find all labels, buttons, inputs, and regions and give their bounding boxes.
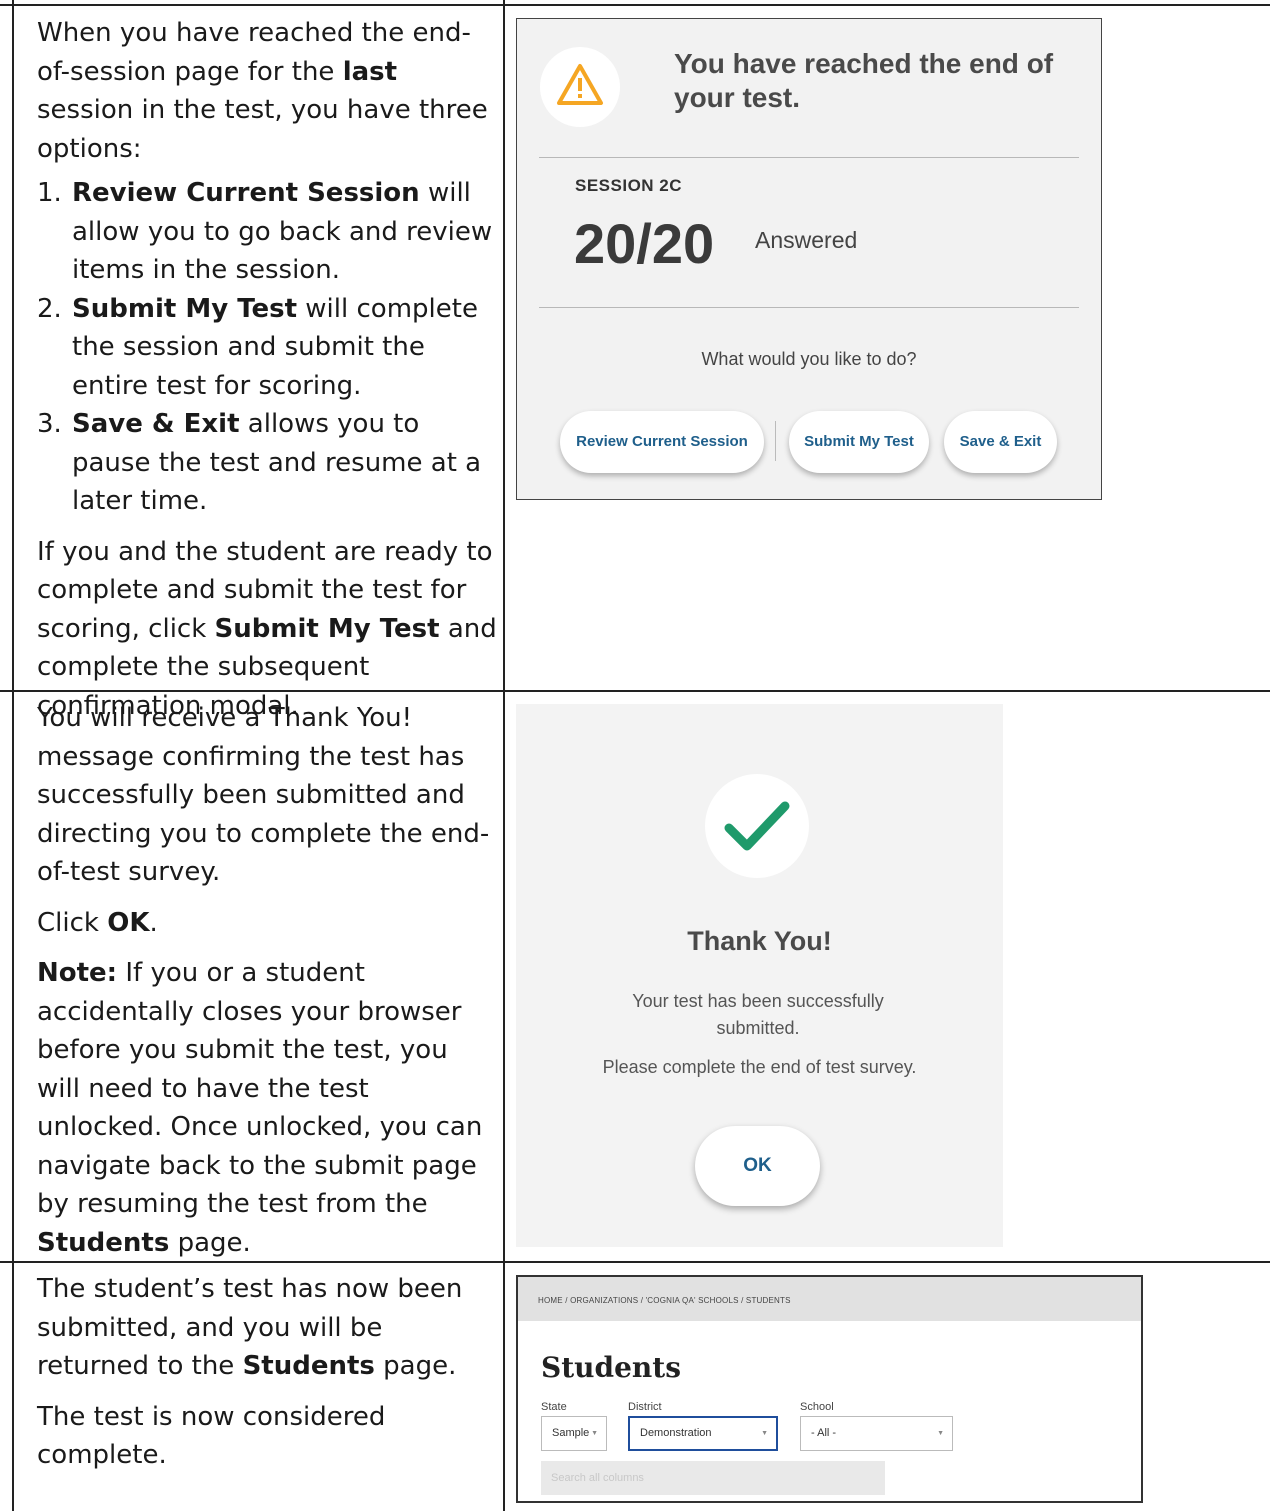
divider (539, 307, 1079, 308)
session-label: SESSION 2C (575, 176, 683, 195)
options-list: 1. Review Current Session will allow you … (37, 174, 497, 521)
answered-count: 20/20 (574, 212, 715, 275)
row1-instructions: When you have reached the end-of-session… (37, 14, 497, 725)
warning-badge (540, 47, 620, 127)
save-and-exit-button[interactable]: Save & Exit (944, 411, 1057, 473)
table-column-divider (503, 0, 505, 1511)
thank-you-title: Thank You! (687, 926, 832, 956)
warning-icon (557, 64, 603, 105)
row3-complete-text: The test is now considered complete. (37, 1401, 386, 1471)
survey-message: Please complete the end of test survey. (602, 1057, 917, 1077)
row3-returned-text: The student’s test has now been submitte… (37, 1274, 463, 1381)
table-border-top (0, 4, 1270, 6)
option-item: 3. Save & Exit allows you to pause the te… (37, 409, 482, 516)
row2-click-ok: Click OK. (37, 907, 158, 938)
chevron-down-icon: ▼ (591, 1430, 598, 1437)
school-value: - All - (811, 1427, 837, 1439)
submit-my-test-button[interactable]: Submit My Test (789, 411, 929, 473)
page-title: Students (541, 1351, 681, 1384)
thank-you-modal: Thank You! Your test has been successful… (516, 704, 1003, 1247)
district-label: District (628, 1401, 662, 1413)
school-label: School (800, 1401, 834, 1413)
state-label: State (541, 1401, 567, 1413)
submitted-message: Your test has been successfully submitte… (632, 991, 884, 1038)
row2-confirmation-text: You will receive a Thank You! message co… (37, 703, 490, 887)
action-prompt: What would you like to do? (701, 349, 917, 369)
divider (539, 157, 1079, 158)
answered-label: Answered (755, 227, 858, 253)
end-of-test-heading: You have reached the end of your test. (674, 48, 1054, 113)
chevron-down-icon: ▼ (761, 1430, 768, 1437)
district-value: Demonstration (640, 1427, 712, 1439)
review-current-session-button[interactable]: Review Current Session (560, 411, 764, 473)
school-select[interactable]: - All - ▼ (800, 1416, 953, 1451)
row2-note: Note: If you or a student accidentally c… (37, 958, 483, 1258)
row3-instructions: The student’s test has now been submitte… (37, 1270, 497, 1475)
end-of-test-panel: You have reached the end of your test. S… (516, 18, 1102, 500)
row1-submit-instruction: If you and the student are ready to comp… (37, 536, 497, 721)
state-value: Sample (552, 1427, 590, 1439)
chevron-down-icon: ▼ (937, 1430, 944, 1437)
option-item: 1. Review Current Session will allow you … (37, 178, 493, 285)
search-input[interactable]: Search all columns (541, 1461, 885, 1495)
state-select[interactable]: Sample ▼ (541, 1416, 607, 1451)
table-border-left (12, 0, 14, 1511)
breadcrumb-bar: HOME / ORGANIZATIONS / 'COGNIA QA' SCHOO… (518, 1277, 1141, 1321)
row1-intro: When you have reached the end-of-session… (37, 18, 488, 164)
success-badge (705, 774, 809, 878)
ok-button[interactable]: OK (695, 1126, 820, 1206)
breadcrumb[interactable]: HOME / ORGANIZATIONS / 'COGNIA QA' SCHOO… (538, 1296, 791, 1305)
checkmark-icon (724, 801, 790, 851)
district-select[interactable]: Demonstration ▼ (628, 1416, 778, 1451)
row2-instructions: You will receive a Thank You! message co… (37, 699, 497, 1262)
button-separator (775, 421, 776, 461)
students-page-screenshot: HOME / ORGANIZATIONS / 'COGNIA QA' SCHOO… (516, 1275, 1143, 1503)
option-item: 2. Submit My Test will complete the sessi… (37, 293, 478, 401)
